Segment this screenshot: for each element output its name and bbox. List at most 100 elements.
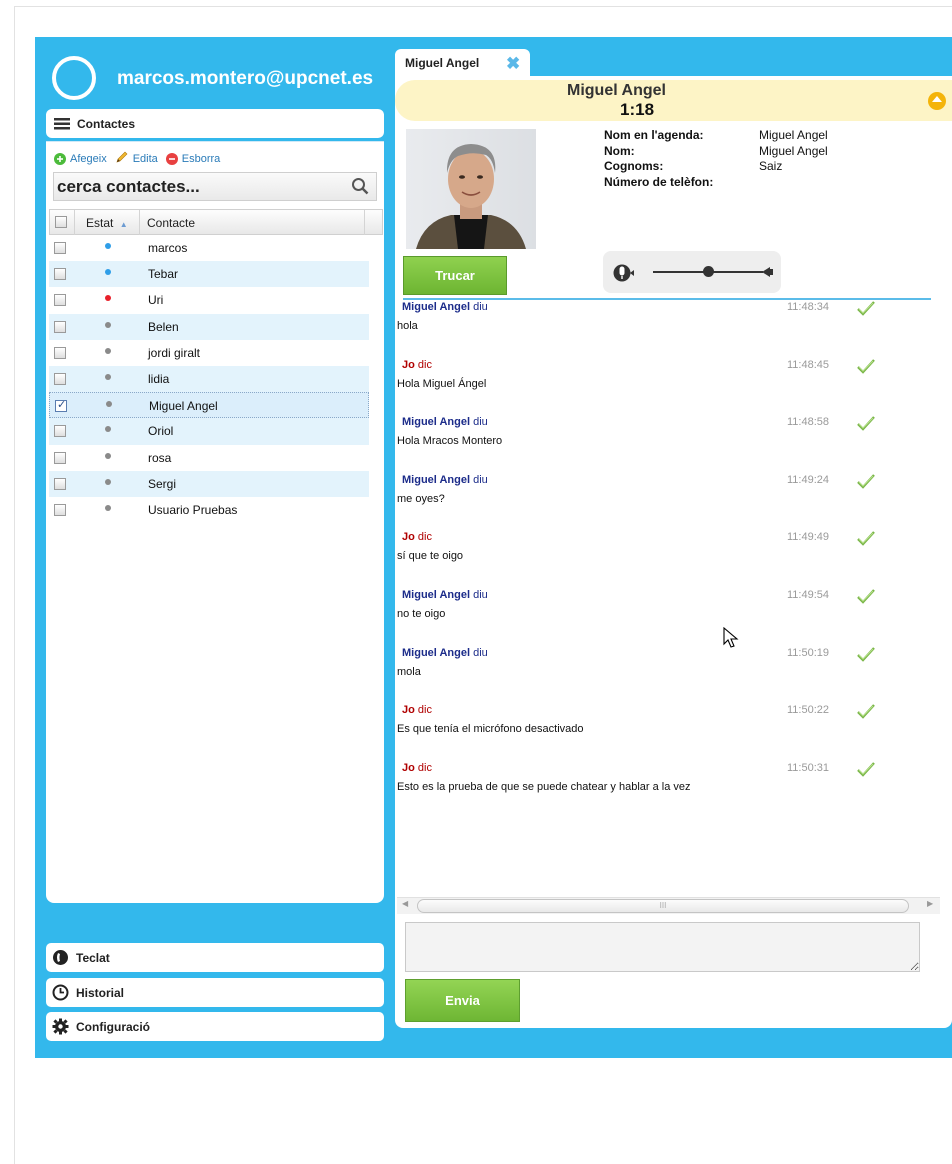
chat-message: Jo dic 11:50:22 Es que tenía el micrófono … xyxy=(397,704,917,762)
contact-checkbox[interactable] xyxy=(54,451,66,464)
chat-message: Miguel Angel diu 11:48:58 Hola Mracos Mont… xyxy=(397,416,917,474)
conversation-tab[interactable]: Miguel Angel ✖ xyxy=(395,49,530,78)
delivered-check-icon xyxy=(856,761,876,777)
contact-name: Tebar xyxy=(148,267,179,282)
message-sender-line: Jo dic xyxy=(402,704,432,716)
delete-contact-label: Esborra xyxy=(181,152,221,165)
delivered-check-icon xyxy=(856,530,876,547)
frame-border-top xyxy=(14,6,952,7)
contact-row[interactable]: lidia xyxy=(49,365,369,393)
contact-row[interactable]: Belen xyxy=(49,313,369,340)
chat-horizontal-scrollbar[interactable]: ◀ III ▶ xyxy=(397,897,940,914)
message-sender-line: Jo dic xyxy=(402,359,432,371)
contact-name: jordi giralt xyxy=(148,345,201,360)
status-dot-icon xyxy=(105,295,111,302)
contacts-panel-title: Contactes xyxy=(77,116,136,131)
send-button[interactable]: Envia xyxy=(405,979,520,1022)
chat-message: Jo dic 11:50:31 Esto es la prueba de que s… xyxy=(397,762,917,820)
contact-row[interactable]: Oriol xyxy=(49,418,369,445)
contact-checkbox[interactable] xyxy=(54,242,66,254)
search-contacts-input[interactable]: cerca contactes... xyxy=(53,172,377,201)
message-verb: dic xyxy=(417,704,432,717)
contact-row[interactable]: Miguel Angel xyxy=(49,392,369,419)
message-time: 11:48:58 xyxy=(787,416,830,429)
contact-checkbox[interactable] xyxy=(54,425,66,438)
delete-contact-button[interactable]: Esborra xyxy=(165,152,221,165)
microphone-icon[interactable] xyxy=(613,263,635,288)
contact-row[interactable]: rosa xyxy=(49,445,369,471)
presence-ring-icon[interactable] xyxy=(52,56,96,100)
scroll-left-arrow-icon[interactable]: ◀ xyxy=(402,899,408,908)
contact-row[interactable]: Tebar xyxy=(49,261,369,288)
select-all-checkbox[interactable] xyxy=(55,216,67,228)
keypad-icon xyxy=(52,949,69,966)
search-icon[interactable] xyxy=(351,177,369,195)
message-sender: Miguel Angel xyxy=(402,646,471,659)
message-input[interactable] xyxy=(405,922,920,972)
history-button[interactable]: Historial xyxy=(46,978,384,1007)
contact-checkbox[interactable] xyxy=(54,372,66,385)
message-text: me oyes? xyxy=(397,492,445,505)
message-time: 11:49:49 xyxy=(787,531,830,544)
speaker-icon[interactable] xyxy=(762,265,776,284)
contact-row[interactable]: jordi giralt xyxy=(49,340,369,366)
frame-border-left xyxy=(14,6,15,1164)
contacts-panel-header[interactable]: Contactes xyxy=(46,109,384,138)
keypad-button[interactable]: Teclat xyxy=(46,943,384,972)
surname-label: Cognoms: xyxy=(604,159,664,173)
scrollbar-grip: III xyxy=(659,901,667,910)
contact-row[interactable]: Uri xyxy=(49,287,369,313)
contact-checkbox[interactable] xyxy=(54,503,66,516)
message-verb: diu xyxy=(473,416,488,429)
message-time: 11:48:34 xyxy=(787,301,830,313)
status-dot-icon xyxy=(105,426,111,433)
edit-contact-button[interactable]: Edita xyxy=(115,150,158,167)
contact-checkbox[interactable] xyxy=(54,320,66,333)
contact-checkbox[interactable] xyxy=(54,346,66,359)
message-text: Hola Mracos Montero xyxy=(397,435,503,448)
contact-column-header[interactable]: Contacte xyxy=(147,216,195,230)
chat-message: Miguel Angel diu 11:49:54 no te oigo xyxy=(397,589,917,647)
scroll-right-arrow-icon[interactable]: ▶ xyxy=(927,899,933,908)
message-sender: Miguel Angel xyxy=(402,588,471,601)
contact-name: marcos xyxy=(148,241,188,255)
call-timer: 1:18 xyxy=(620,100,655,119)
add-contact-label: Afegeix xyxy=(70,152,107,165)
volume-slider-handle[interactable] xyxy=(702,266,714,277)
contact-checkbox[interactable] xyxy=(54,294,66,307)
contact-checkbox[interactable] xyxy=(54,268,66,281)
call-button[interactable]: Trucar xyxy=(403,256,507,295)
contact-row[interactable]: Usuario Pruebas xyxy=(49,497,369,523)
status-dot-icon xyxy=(105,452,111,459)
settings-button[interactable]: Configuració xyxy=(46,1012,384,1041)
delivered-check-icon xyxy=(856,415,876,431)
agenda-name-value: Miguel Angel xyxy=(759,128,828,142)
history-label: Historial xyxy=(76,985,125,1000)
message-time: 11:50:19 xyxy=(787,646,830,659)
contact-row[interactable]: marcos xyxy=(49,235,369,261)
scrollbar-thumb[interactable]: III xyxy=(417,899,909,913)
contact-checkbox[interactable] xyxy=(54,477,66,490)
status-column-label: Estat xyxy=(86,216,114,230)
message-sender-line: Jo dic xyxy=(402,531,432,543)
message-sender-line: Miguel Angel diu xyxy=(402,301,488,313)
first-name-label: Nom: xyxy=(604,143,635,158)
mouse-cursor-icon xyxy=(723,626,739,654)
message-sender-line: Miguel Angel diu xyxy=(402,416,488,428)
contact-row[interactable]: Sergi xyxy=(49,470,369,497)
close-icon[interactable]: ✖ xyxy=(506,54,520,74)
collapse-up-icon[interactable] xyxy=(928,92,946,110)
contact-name: rosa xyxy=(148,450,172,465)
message-verb: diu xyxy=(473,301,488,313)
status-column-header[interactable]: Estat ▲ xyxy=(86,216,128,230)
message-sender-line: Miguel Angel diu xyxy=(402,474,488,486)
contact-checkbox[interactable] xyxy=(55,398,67,413)
plus-circle-icon xyxy=(54,152,66,165)
message-sender: Jo xyxy=(402,761,415,774)
message-text: Hola Miguel Ángel xyxy=(397,377,487,390)
add-contact-button[interactable]: Afegeix xyxy=(54,152,107,165)
message-time: 11:49:54 xyxy=(787,588,830,601)
message-verb: dic xyxy=(417,761,432,774)
call-banner: Miguel Angel 1:18 xyxy=(395,80,952,121)
delivered-check-icon xyxy=(856,473,876,489)
